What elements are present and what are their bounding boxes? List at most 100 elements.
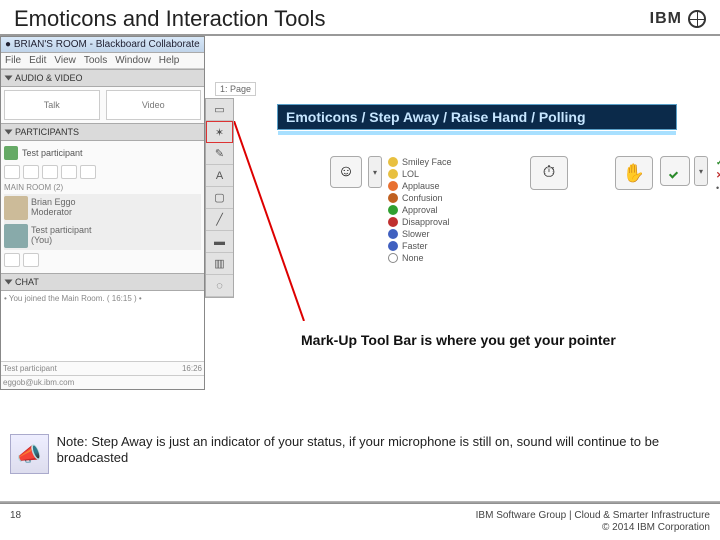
none-icon bbox=[388, 253, 398, 263]
smiley-icon bbox=[388, 157, 398, 167]
menu-tools[interactable]: Tools bbox=[84, 55, 107, 66]
markup-toolbar: ▭ ✶ ✎ A ▢ ╱ ▬ ▥ ◌ bbox=[205, 98, 234, 298]
list-item[interactable]: Approval bbox=[388, 204, 452, 216]
chat-header[interactable]: CHAT bbox=[1, 273, 204, 291]
audio-video-panel: Talk Video bbox=[1, 87, 204, 123]
tool-pointer-icon[interactable]: ✶ bbox=[206, 121, 233, 143]
page-title: Emoticons and Interaction Tools bbox=[14, 6, 325, 32]
participant-tools bbox=[4, 165, 201, 179]
audio-video-header[interactable]: AUDIO & VIDEO bbox=[1, 69, 204, 87]
chat-to-field[interactable]: eggob@uk.ibm.com bbox=[1, 375, 204, 389]
list-item[interactable]: Disapproval bbox=[388, 216, 452, 228]
tool-icon[interactable] bbox=[4, 165, 20, 179]
raise-hand-button[interactable]: ✋ bbox=[615, 156, 653, 190]
list-item[interactable]: •None bbox=[716, 182, 720, 194]
list-item[interactable]: None bbox=[388, 252, 452, 264]
list-item[interactable]: ✓Yes bbox=[716, 156, 720, 169]
tool-icon[interactable] bbox=[23, 253, 39, 267]
avatar-icon bbox=[4, 224, 28, 248]
content: ● BRIAN'S ROOM - Blackboard Collaborate … bbox=[0, 36, 720, 390]
participant-row: Test participant bbox=[4, 144, 201, 162]
disapproval-icon bbox=[388, 217, 398, 227]
menu-edit[interactable]: Edit bbox=[29, 55, 46, 66]
tool-icon[interactable] bbox=[23, 165, 39, 179]
tool-icon[interactable] bbox=[4, 253, 20, 267]
page-number: 18 bbox=[10, 510, 21, 534]
tool-rect-icon[interactable]: ▢ bbox=[206, 187, 233, 209]
chat-system-msg: • You joined the Main Room. ( 16:15 ) • bbox=[4, 294, 201, 303]
page-label: 1: Page bbox=[215, 82, 256, 96]
chat-time: 16:26 bbox=[182, 364, 202, 373]
tool-clear-icon[interactable]: ◌ bbox=[206, 275, 233, 297]
participants-panel: Test participant MAIN ROOM (2) Brian Egg… bbox=[1, 141, 204, 273]
moderator-row: Brian Eggo Moderator bbox=[4, 194, 201, 222]
tool-image-icon[interactable]: ▥ bbox=[206, 253, 233, 275]
faster-icon bbox=[388, 241, 398, 251]
avatar-icon bbox=[4, 196, 28, 220]
chat-body: • You joined the Main Room. ( 16:15 ) • bbox=[1, 291, 204, 361]
room-label: MAIN ROOM (2) bbox=[4, 183, 201, 192]
list-item[interactable]: Confusion bbox=[388, 192, 452, 204]
title-bar: Emoticons and Interaction Tools IBM bbox=[0, 0, 720, 36]
footer: 18 IBM Software Group | Cloud & Smarter … bbox=[10, 510, 710, 534]
list-item[interactable]: LOL bbox=[388, 168, 452, 180]
logo-area: IBM bbox=[650, 10, 706, 28]
menu-window[interactable]: Window bbox=[115, 55, 151, 66]
check-icon bbox=[669, 165, 681, 177]
talk-button[interactable]: Talk bbox=[4, 90, 100, 120]
menu-view[interactable]: View bbox=[54, 55, 76, 66]
list-item[interactable]: ✕No bbox=[716, 169, 720, 182]
annotation-area: 1: Page ▭ ✶ ✎ A ▢ ╱ ▬ ▥ ◌ Emoticons / St… bbox=[205, 36, 720, 390]
lol-icon bbox=[388, 169, 398, 179]
tool-highlight-icon[interactable]: ▬ bbox=[206, 231, 233, 253]
list-item[interactable]: Slower bbox=[388, 228, 452, 240]
slower-icon bbox=[388, 229, 398, 239]
tool-line-icon[interactable]: ╱ bbox=[206, 209, 233, 231]
emoticon-list: Smiley Face LOL Applause Confusion Appro… bbox=[388, 156, 452, 264]
menu-file[interactable]: File bbox=[5, 55, 21, 66]
menu-help[interactable]: Help bbox=[159, 55, 180, 66]
note-text: Note: Step Away is just an indicator of … bbox=[57, 434, 710, 467]
approval-icon bbox=[388, 205, 398, 215]
footer-divider bbox=[0, 501, 720, 504]
list-item[interactable]: Faster bbox=[388, 240, 452, 252]
ibm-logo: IBM bbox=[650, 10, 682, 28]
list-item[interactable]: Applause bbox=[388, 180, 452, 192]
tool-icon[interactable] bbox=[42, 165, 58, 179]
menubar[interactable]: File Edit View Tools Window Help bbox=[1, 53, 204, 69]
emoticon-button[interactable]: ☺ bbox=[330, 156, 362, 188]
participant-name: Test participant bbox=[22, 148, 83, 158]
window-title: ● BRIAN'S ROOM - Blackboard Collaborate bbox=[1, 37, 204, 53]
stepaway-button[interactable]: ⏱ bbox=[530, 156, 568, 190]
list-item[interactable]: Smiley Face bbox=[388, 156, 452, 168]
footer-credits: IBM Software Group | Cloud & Smarter Inf… bbox=[476, 510, 710, 534]
avatar-icon bbox=[4, 146, 18, 160]
globe-icon bbox=[688, 10, 706, 28]
collaborate-window: ● BRIAN'S ROOM - Blackboard Collaborate … bbox=[0, 36, 205, 390]
tool-select-icon[interactable]: ▭ bbox=[206, 99, 233, 121]
chat-sender: Test participant bbox=[3, 364, 57, 373]
poll-list: ✓Yes ✕No •None bbox=[716, 156, 720, 194]
none-icon: • bbox=[716, 183, 719, 193]
tool-icon[interactable] bbox=[80, 165, 96, 179]
panel-tools bbox=[4, 253, 201, 267]
markup-note: Mark-Up Tool Bar is where you get your p… bbox=[301, 332, 616, 348]
megaphone-icon: 📣 bbox=[10, 434, 49, 474]
poll-group: ▾ ✓Yes ✕No •None bbox=[660, 156, 720, 194]
moderator-info: Brian Eggo Moderator bbox=[31, 198, 76, 218]
note-row: 📣 Note: Step Away is just an indicator o… bbox=[10, 434, 710, 474]
video-button[interactable]: Video bbox=[106, 90, 202, 120]
poll-dropdown[interactable]: ▾ bbox=[694, 156, 708, 186]
tool-icon[interactable] bbox=[61, 165, 77, 179]
confusion-icon bbox=[388, 193, 398, 203]
no-icon: ✕ bbox=[716, 170, 720, 181]
emoticon-dropdown[interactable]: ▾ bbox=[368, 156, 382, 188]
self-info: Test participant (You) bbox=[31, 226, 92, 246]
participants-header[interactable]: PARTICIPANTS bbox=[1, 123, 204, 141]
yes-icon: ✓ bbox=[716, 157, 720, 168]
tool-text-icon[interactable]: A bbox=[206, 165, 233, 187]
emoticon-group: ☺ ▾ Smiley Face LOL Applause Confusion A… bbox=[330, 156, 452, 264]
tool-pencil-icon[interactable]: ✎ bbox=[206, 143, 233, 165]
slide: Emoticons and Interaction Tools IBM ● BR… bbox=[0, 0, 720, 540]
poll-button[interactable] bbox=[660, 156, 690, 186]
